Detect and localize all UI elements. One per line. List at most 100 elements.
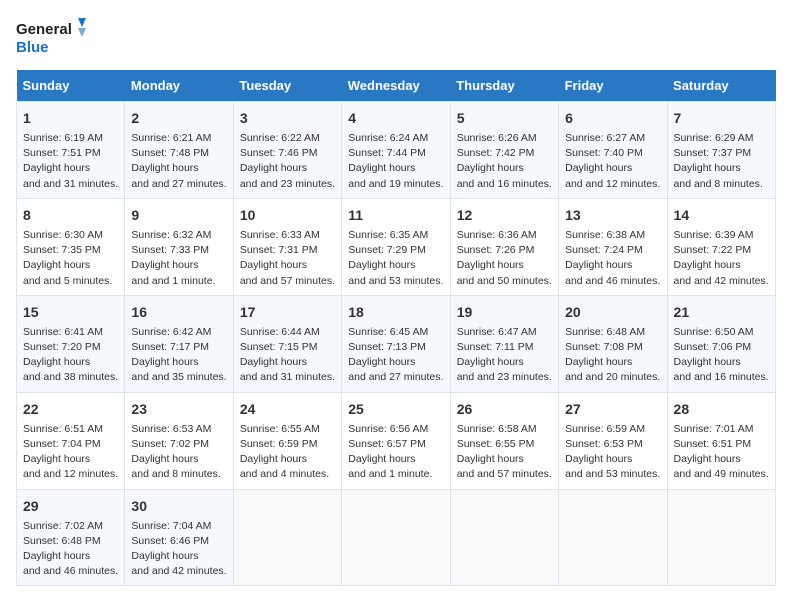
day-info: Sunrise: 6:39 AMSunset: 7:22 PMDaylight … (674, 228, 769, 289)
day-number: 16 (131, 302, 226, 323)
calendar-cell: 13Sunrise: 6:38 AMSunset: 7:24 PMDayligh… (559, 198, 667, 295)
day-number: 22 (23, 399, 118, 420)
day-number: 18 (348, 302, 443, 323)
calendar-cell: 20Sunrise: 6:48 AMSunset: 7:08 PMDayligh… (559, 295, 667, 392)
calendar-cell (342, 489, 450, 586)
calendar-cell: 24Sunrise: 6:55 AMSunset: 6:59 PMDayligh… (233, 392, 341, 489)
calendar-cell: 3Sunrise: 6:22 AMSunset: 7:46 PMDaylight… (233, 102, 341, 199)
weekday-header-tuesday: Tuesday (233, 70, 341, 102)
calendar-week-row: 22Sunrise: 6:51 AMSunset: 7:04 PMDayligh… (17, 392, 776, 489)
day-number: 28 (674, 399, 769, 420)
day-info: Sunrise: 6:45 AMSunset: 7:13 PMDaylight … (348, 325, 443, 386)
calendar-cell: 21Sunrise: 6:50 AMSunset: 7:06 PMDayligh… (667, 295, 775, 392)
day-info: Sunrise: 6:19 AMSunset: 7:51 PMDaylight … (23, 131, 118, 192)
calendar-cell: 25Sunrise: 6:56 AMSunset: 6:57 PMDayligh… (342, 392, 450, 489)
svg-text:General: General (16, 21, 72, 38)
calendar-week-row: 1Sunrise: 6:19 AMSunset: 7:51 PMDaylight… (17, 102, 776, 199)
weekday-header-friday: Friday (559, 70, 667, 102)
day-info: Sunrise: 6:56 AMSunset: 6:57 PMDaylight … (348, 422, 443, 483)
day-number: 25 (348, 399, 443, 420)
calendar-cell: 17Sunrise: 6:44 AMSunset: 7:15 PMDayligh… (233, 295, 341, 392)
calendar-cell: 29Sunrise: 7:02 AMSunset: 6:48 PMDayligh… (17, 489, 125, 586)
day-number: 21 (674, 302, 769, 323)
day-info: Sunrise: 6:38 AMSunset: 7:24 PMDaylight … (565, 228, 660, 289)
day-number: 14 (674, 205, 769, 226)
calendar-cell: 10Sunrise: 6:33 AMSunset: 7:31 PMDayligh… (233, 198, 341, 295)
calendar-week-row: 8Sunrise: 6:30 AMSunset: 7:35 PMDaylight… (17, 198, 776, 295)
day-number: 27 (565, 399, 660, 420)
calendar-cell: 19Sunrise: 6:47 AMSunset: 7:11 PMDayligh… (450, 295, 558, 392)
day-info: Sunrise: 6:32 AMSunset: 7:33 PMDaylight … (131, 228, 226, 289)
day-info: Sunrise: 6:35 AMSunset: 7:29 PMDaylight … (348, 228, 443, 289)
day-info: Sunrise: 6:36 AMSunset: 7:26 PMDaylight … (457, 228, 552, 289)
calendar-week-row: 15Sunrise: 6:41 AMSunset: 7:20 PMDayligh… (17, 295, 776, 392)
day-info: Sunrise: 6:55 AMSunset: 6:59 PMDaylight … (240, 422, 335, 483)
calendar-table: SundayMondayTuesdayWednesdayThursdayFrid… (16, 70, 776, 586)
calendar-cell: 2Sunrise: 6:21 AMSunset: 7:48 PMDaylight… (125, 102, 233, 199)
day-number: 12 (457, 205, 552, 226)
day-number: 17 (240, 302, 335, 323)
day-info: Sunrise: 6:42 AMSunset: 7:17 PMDaylight … (131, 325, 226, 386)
weekday-header-wednesday: Wednesday (342, 70, 450, 102)
day-number: 4 (348, 108, 443, 129)
logo-svg: General Blue (16, 16, 86, 58)
calendar-cell (233, 489, 341, 586)
calendar-cell: 30Sunrise: 7:04 AMSunset: 6:46 PMDayligh… (125, 489, 233, 586)
calendar-cell: 18Sunrise: 6:45 AMSunset: 7:13 PMDayligh… (342, 295, 450, 392)
day-info: Sunrise: 6:24 AMSunset: 7:44 PMDaylight … (348, 131, 443, 192)
weekday-header-saturday: Saturday (667, 70, 775, 102)
day-number: 19 (457, 302, 552, 323)
weekday-header-monday: Monday (125, 70, 233, 102)
day-number: 6 (565, 108, 660, 129)
day-info: Sunrise: 6:41 AMSunset: 7:20 PMDaylight … (23, 325, 118, 386)
calendar-cell: 12Sunrise: 6:36 AMSunset: 7:26 PMDayligh… (450, 198, 558, 295)
weekday-header-sunday: Sunday (17, 70, 125, 102)
calendar-cell: 16Sunrise: 6:42 AMSunset: 7:17 PMDayligh… (125, 295, 233, 392)
day-info: Sunrise: 6:50 AMSunset: 7:06 PMDaylight … (674, 325, 769, 386)
day-info: Sunrise: 7:01 AMSunset: 6:51 PMDaylight … (674, 422, 769, 483)
day-number: 15 (23, 302, 118, 323)
day-info: Sunrise: 6:22 AMSunset: 7:46 PMDaylight … (240, 131, 335, 192)
calendar-cell: 8Sunrise: 6:30 AMSunset: 7:35 PMDaylight… (17, 198, 125, 295)
day-number: 8 (23, 205, 118, 226)
day-number: 23 (131, 399, 226, 420)
day-info: Sunrise: 6:21 AMSunset: 7:48 PMDaylight … (131, 131, 226, 192)
calendar-week-row: 29Sunrise: 7:02 AMSunset: 6:48 PMDayligh… (17, 489, 776, 586)
day-info: Sunrise: 6:33 AMSunset: 7:31 PMDaylight … (240, 228, 335, 289)
day-info: Sunrise: 6:47 AMSunset: 7:11 PMDaylight … (457, 325, 552, 386)
calendar-cell (559, 489, 667, 586)
day-info: Sunrise: 6:27 AMSunset: 7:40 PMDaylight … (565, 131, 660, 192)
day-info: Sunrise: 6:51 AMSunset: 7:04 PMDaylight … (23, 422, 118, 483)
day-info: Sunrise: 6:48 AMSunset: 7:08 PMDaylight … (565, 325, 660, 386)
day-number: 24 (240, 399, 335, 420)
day-info: Sunrise: 6:58 AMSunset: 6:55 PMDaylight … (457, 422, 552, 483)
day-number: 13 (565, 205, 660, 226)
day-number: 10 (240, 205, 335, 226)
day-number: 3 (240, 108, 335, 129)
weekday-header-row: SundayMondayTuesdayWednesdayThursdayFrid… (17, 70, 776, 102)
weekday-header-thursday: Thursday (450, 70, 558, 102)
day-number: 11 (348, 205, 443, 226)
calendar-cell: 22Sunrise: 6:51 AMSunset: 7:04 PMDayligh… (17, 392, 125, 489)
calendar-cell: 14Sunrise: 6:39 AMSunset: 7:22 PMDayligh… (667, 198, 775, 295)
calendar-cell: 15Sunrise: 6:41 AMSunset: 7:20 PMDayligh… (17, 295, 125, 392)
day-info: Sunrise: 6:53 AMSunset: 7:02 PMDaylight … (131, 422, 226, 483)
day-info: Sunrise: 6:29 AMSunset: 7:37 PMDaylight … (674, 131, 769, 192)
svg-text:Blue: Blue (16, 39, 49, 56)
day-number: 5 (457, 108, 552, 129)
calendar-cell: 1Sunrise: 6:19 AMSunset: 7:51 PMDaylight… (17, 102, 125, 199)
day-info: Sunrise: 6:26 AMSunset: 7:42 PMDaylight … (457, 131, 552, 192)
calendar-cell: 28Sunrise: 7:01 AMSunset: 6:51 PMDayligh… (667, 392, 775, 489)
calendar-cell: 5Sunrise: 6:26 AMSunset: 7:42 PMDaylight… (450, 102, 558, 199)
day-number: 9 (131, 205, 226, 226)
day-info: Sunrise: 6:59 AMSunset: 6:53 PMDaylight … (565, 422, 660, 483)
day-number: 29 (23, 496, 118, 517)
day-number: 2 (131, 108, 226, 129)
day-number: 26 (457, 399, 552, 420)
calendar-cell (450, 489, 558, 586)
calendar-cell: 6Sunrise: 6:27 AMSunset: 7:40 PMDaylight… (559, 102, 667, 199)
calendar-cell (667, 489, 775, 586)
calendar-cell: 4Sunrise: 6:24 AMSunset: 7:44 PMDaylight… (342, 102, 450, 199)
day-number: 20 (565, 302, 660, 323)
day-number: 1 (23, 108, 118, 129)
